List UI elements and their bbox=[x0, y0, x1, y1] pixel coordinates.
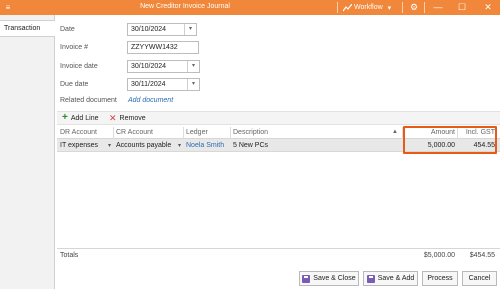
due-date-field[interactable]: 30/11/2024 ▾ bbox=[127, 78, 200, 91]
sort-ascending-icon[interactable]: ▲ bbox=[392, 129, 398, 135]
add-line-button[interactable]: + Add Line bbox=[62, 112, 99, 123]
date-label: Date bbox=[60, 26, 75, 33]
date-value: 30/10/2024 bbox=[131, 26, 167, 33]
column-header-dr-account[interactable]: DR Account bbox=[60, 129, 97, 136]
grid-toolbar: + Add Line ✕ Remove bbox=[57, 111, 500, 125]
window-title: New Creditor Invoice Journal bbox=[140, 3, 230, 10]
totals-row: Totals $5,000.00 $454.55 bbox=[57, 248, 500, 262]
totals-amount: $5,000.00 bbox=[423, 252, 455, 259]
cell-ledger-link[interactable]: Noela Smith bbox=[186, 142, 224, 149]
tab-rail: Transaction bbox=[0, 15, 55, 289]
save-icon bbox=[302, 274, 311, 283]
highlight-box bbox=[403, 126, 497, 154]
remove-icon: ✕ bbox=[109, 113, 117, 123]
save-close-button[interactable]: Save & Close bbox=[299, 271, 359, 286]
column-divider[interactable] bbox=[183, 127, 184, 139]
save-icon bbox=[366, 274, 375, 283]
totals-incl-gst: $454.55 bbox=[469, 252, 495, 259]
totals-label: Totals bbox=[60, 252, 79, 259]
add-line-label: Add Line bbox=[70, 114, 99, 122]
add-document-link[interactable]: Add document bbox=[128, 97, 173, 104]
remove-label: Remove bbox=[119, 114, 146, 122]
title-separator bbox=[424, 2, 425, 13]
chevron-down-icon[interactable]: ▾ bbox=[178, 142, 181, 149]
date-field[interactable]: 30/10/2024 ▾ bbox=[127, 23, 197, 36]
chevron-down-icon: ▾ bbox=[387, 4, 392, 12]
chevron-down-icon[interactable]: ▾ bbox=[187, 61, 199, 72]
tab-transaction[interactable]: Transaction bbox=[0, 20, 55, 37]
save-add-label: Save & Add bbox=[377, 275, 415, 282]
gear-icon[interactable]: ⚙ bbox=[407, 1, 421, 14]
cell-description[interactable]: 5 New PCs bbox=[233, 142, 268, 149]
remove-button[interactable]: ✕ Remove bbox=[109, 113, 146, 123]
workflow-button[interactable]: Workflow ▾ bbox=[343, 2, 391, 13]
plus-icon: + bbox=[62, 112, 68, 123]
title-separator bbox=[337, 2, 338, 13]
title-separator bbox=[402, 2, 403, 13]
invoice-number-value: ZZYYWW1432 bbox=[131, 44, 178, 51]
save-add-button[interactable]: Save & Add bbox=[363, 271, 418, 286]
chevron-down-icon[interactable]: ▾ bbox=[187, 79, 199, 90]
invoice-number-label: Invoice # bbox=[60, 44, 89, 51]
invoice-number-field[interactable]: ZZYYWW1432 bbox=[127, 41, 199, 54]
invoice-date-label: Invoice date bbox=[60, 63, 98, 70]
column-divider[interactable] bbox=[230, 127, 231, 139]
save-close-label: Save & Close bbox=[313, 275, 356, 282]
title-bar: ≡ New Creditor Invoice Journal Workflow … bbox=[0, 0, 500, 15]
cell-cr-account[interactable]: Accounts payable bbox=[116, 142, 171, 149]
process-button[interactable]: Process bbox=[422, 271, 458, 286]
maximize-button[interactable]: ☐ bbox=[455, 1, 469, 14]
due-date-value: 30/11/2024 bbox=[131, 81, 166, 88]
process-label: Process bbox=[427, 275, 453, 282]
cancel-button[interactable]: Cancel bbox=[462, 271, 497, 286]
column-header-cr-account[interactable]: CR Account bbox=[116, 129, 153, 136]
cancel-label: Cancel bbox=[468, 275, 491, 282]
related-document-label: Related document bbox=[60, 97, 117, 104]
close-button[interactable]: ✕ bbox=[481, 1, 495, 14]
column-divider[interactable] bbox=[113, 127, 114, 139]
minimize-button[interactable]: — bbox=[431, 1, 445, 14]
workflow-icon bbox=[343, 3, 352, 11]
invoice-date-value: 30/10/2024 bbox=[131, 63, 167, 70]
chevron-down-icon[interactable]: ▾ bbox=[184, 24, 196, 35]
cell-dr-account[interactable]: IT expenses bbox=[60, 142, 98, 149]
column-header-ledger[interactable]: Ledger bbox=[186, 129, 208, 136]
invoice-date-field[interactable]: 30/10/2024 ▾ bbox=[127, 60, 200, 73]
chevron-down-icon[interactable]: ▾ bbox=[108, 142, 111, 149]
workflow-label: Workflow bbox=[354, 4, 383, 11]
column-header-description[interactable]: Description bbox=[233, 129, 268, 136]
due-date-label: Due date bbox=[60, 81, 89, 88]
